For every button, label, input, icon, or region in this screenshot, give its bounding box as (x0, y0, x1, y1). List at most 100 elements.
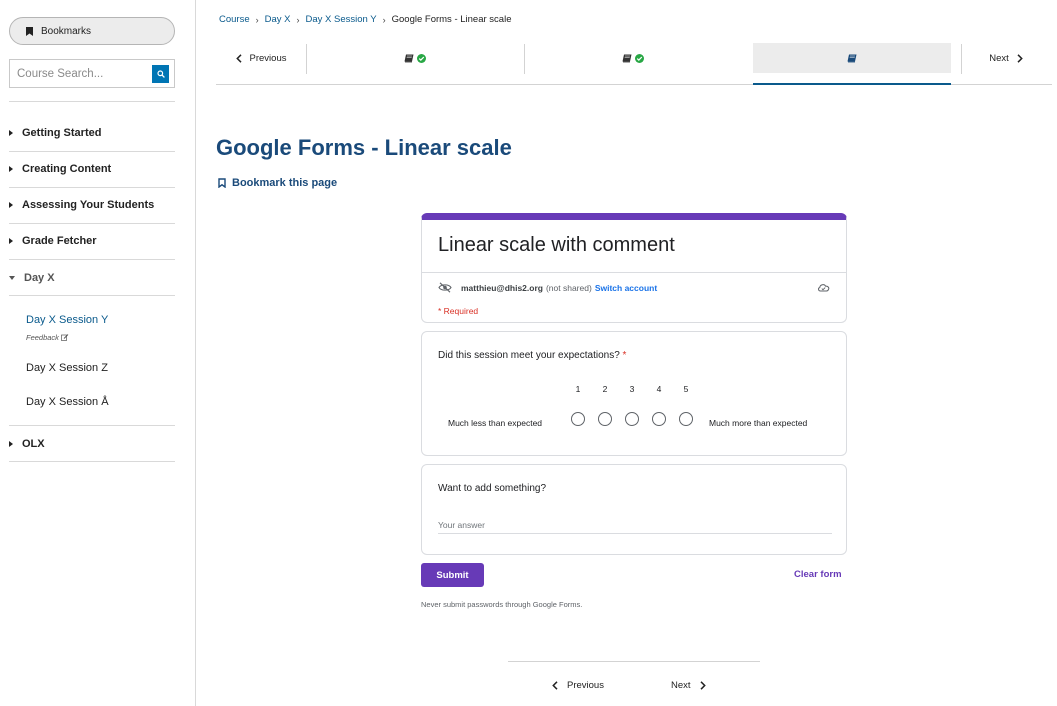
section-label: Day X (24, 272, 55, 284)
feedback-link[interactable]: Feedback (26, 333, 69, 342)
caret-right-icon (9, 166, 13, 172)
question-comment-card: Want to add something? (421, 464, 847, 555)
caret-right-icon (9, 238, 13, 244)
sidebar-section-day-x[interactable]: Day X (9, 272, 175, 284)
scale-number: 4 (656, 384, 662, 394)
chevron-right-icon (1017, 53, 1023, 63)
sequence-unit-2[interactable] (524, 43, 742, 73)
caret-right-icon (9, 441, 13, 447)
breadcrumb-separator: › (255, 14, 259, 25)
account-info: matthieu@dhis2.org (not shared) Switch a… (438, 282, 657, 293)
chevron-left-icon (235, 53, 242, 63)
form-title: Linear scale with comment (438, 234, 675, 256)
not-shared-label: (not shared) (545, 282, 592, 293)
radio-scale-2[interactable] (598, 412, 612, 426)
divider (9, 295, 175, 296)
bookmark-page-label: Bookmark this page (232, 177, 338, 189)
required-star: * (622, 350, 627, 361)
bookmark-icon (26, 26, 33, 36)
question-expectations-card: Did this session meet your expectations?… (421, 331, 847, 456)
sequence-unit-1[interactable] (306, 43, 525, 74)
breadcrumb-course[interactable]: Course (219, 14, 250, 25)
answer-input[interactable] (438, 517, 832, 534)
next-label: Next (671, 680, 691, 691)
page-title: Google Forms - Linear scale (216, 135, 512, 160)
section-label: Creating Content (22, 163, 112, 175)
breadcrumb-day-x-session-y[interactable]: Day X Session Y (306, 14, 377, 25)
bookmark-page-button[interactable]: Bookmark this page (218, 177, 337, 189)
sidebar-section-grade-fetcher[interactable]: Grade Fetcher (9, 235, 175, 247)
caret-right-icon (9, 202, 13, 208)
bottom-previous-button[interactable]: Previous (552, 680, 604, 691)
required-note: * Required (438, 306, 479, 316)
form-header-card: Linear scale with comment matthieu@dhis2… (421, 213, 847, 323)
course-search-input[interactable] (10, 60, 152, 87)
previous-label: Previous (249, 52, 287, 64)
edit-icon (61, 334, 69, 341)
chevron-left-icon (552, 681, 558, 690)
divider (961, 44, 962, 74)
bookmarks-label: Bookmarks (41, 25, 92, 37)
bottom-next-button[interactable]: Next (671, 680, 706, 691)
divider (9, 461, 175, 462)
radio-scale-4[interactable] (652, 412, 666, 426)
clear-form-button[interactable]: Clear form (794, 569, 842, 580)
sidebar-item-day-x-session-y[interactable]: Day X Session Y (26, 314, 108, 326)
radio-scale-3[interactable] (625, 412, 639, 426)
search-button[interactable] (152, 65, 169, 83)
question-label: Did this session meet your expectations?… (438, 350, 626, 361)
bookmarks-button[interactable]: Bookmarks (9, 17, 175, 45)
sidebar-section-creating-content[interactable]: Creating Content (9, 163, 175, 175)
section-label: OLX (22, 438, 45, 450)
breadcrumb-separator: › (382, 14, 386, 25)
account-email: matthieu@dhis2.org (461, 282, 543, 293)
section-label: Assessing Your Students (22, 199, 155, 211)
bookmark-icon (218, 178, 226, 188)
check-circle-icon (635, 53, 644, 63)
scale-number: 3 (629, 384, 635, 394)
cloud-icon (818, 284, 830, 292)
sequence-previous-button[interactable]: Previous (216, 43, 306, 73)
divider (9, 259, 175, 260)
book-icon (847, 54, 857, 62)
divider (9, 223, 175, 224)
course-sidebar: Bookmarks Getting Started Creating Conte… (0, 0, 196, 706)
breadcrumb-separator: › (296, 14, 300, 25)
sequence-unit-3-current[interactable] (753, 43, 951, 73)
check-circle-icon (417, 53, 426, 63)
divider (9, 101, 175, 102)
sidebar-section-olx[interactable]: OLX (9, 438, 175, 450)
divider (9, 187, 175, 188)
book-icon (622, 54, 632, 62)
scale-number: 5 (683, 384, 689, 394)
sidebar-section-getting-started[interactable]: Getting Started (9, 127, 175, 139)
submit-button[interactable]: Submit (421, 563, 484, 587)
breadcrumb: Course › Day X › Day X Session Y › Googl… (219, 14, 511, 25)
scale-number: 1 (575, 384, 581, 394)
question-text: Did this session meet your expectations? (438, 350, 620, 361)
radio-scale-5[interactable] (679, 412, 693, 426)
course-search (9, 59, 175, 88)
caret-right-icon (9, 130, 13, 136)
section-label: Grade Fetcher (22, 235, 97, 247)
sidebar-item-day-x-session-aa[interactable]: Day X Session Å (26, 396, 109, 408)
book-icon (404, 54, 414, 62)
scale-low-label: Much less than expected (448, 418, 543, 428)
divider (508, 661, 760, 662)
eye-off-icon (438, 282, 452, 293)
sequence-next-button[interactable]: Next (961, 43, 1051, 74)
question-label: Want to add something? (438, 483, 547, 494)
divider (422, 272, 846, 273)
sidebar-item-day-x-session-z[interactable]: Day X Session Z (26, 362, 108, 374)
radio-scale-1[interactable] (571, 412, 585, 426)
feedback-label: Feedback (26, 333, 59, 342)
search-icon (156, 70, 165, 78)
password-warning: Never submit passwords through Google Fo… (421, 600, 583, 609)
sidebar-section-assessing-students[interactable]: Assessing Your Students (9, 199, 175, 211)
breadcrumb-day-x[interactable]: Day X (265, 14, 291, 25)
divider (9, 425, 175, 426)
divider (306, 44, 307, 74)
current-unit-indicator (753, 83, 951, 85)
switch-account-link[interactable]: Switch account (595, 283, 657, 293)
chevron-right-icon (700, 681, 706, 690)
